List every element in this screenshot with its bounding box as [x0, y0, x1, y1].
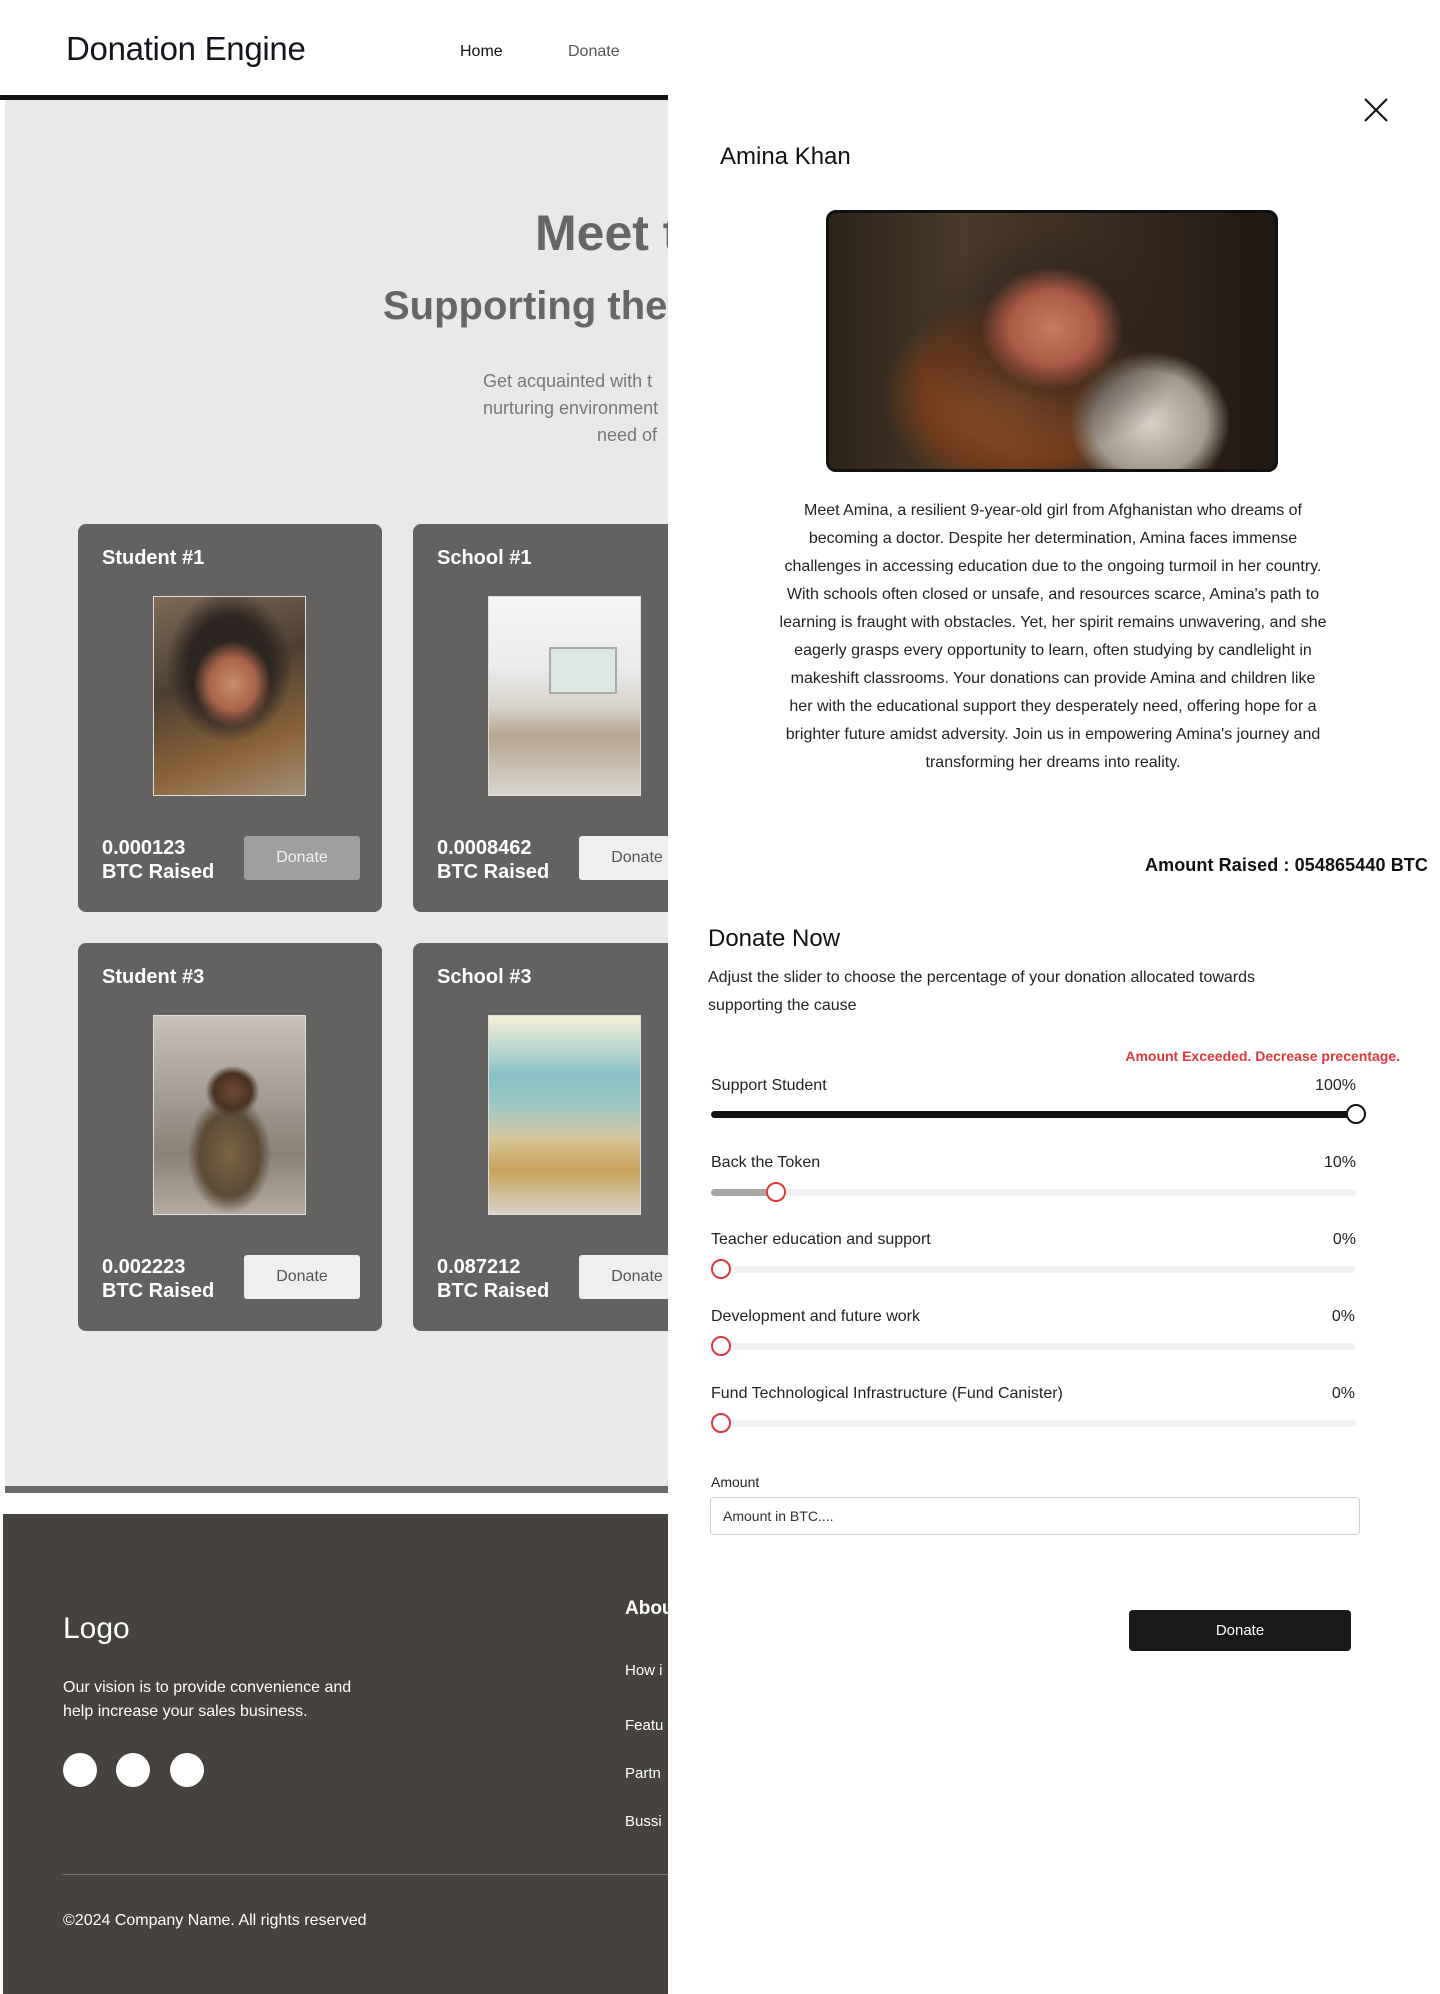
card-raised: 0.000123 BTC Raised — [102, 836, 214, 884]
student-card[interactable]: Student #1 0.000123 BTC Raised Donate — [78, 524, 382, 912]
student-photo — [826, 210, 1278, 472]
classroom-image — [488, 596, 641, 796]
slider-percent: 0% — [1331, 1308, 1355, 1325]
content-divider — [5, 1486, 668, 1493]
boy-portrait-image — [153, 1015, 306, 1215]
amount-warning: Amount Exceeded. Decrease precentage. — [1125, 1048, 1400, 1064]
social-icon[interactable] — [63, 1753, 97, 1787]
card-amount-unit: BTC Raised — [102, 861, 215, 883]
slider-percent: 0% — [1331, 1385, 1355, 1402]
slider-percent: 10% — [1323, 1154, 1356, 1171]
classroom-image — [488, 1015, 641, 1215]
slider-thumb[interactable] — [766, 1182, 786, 1202]
card-amount-unit: BTC Raised — [102, 1280, 215, 1302]
hero-desc-line: need of — [597, 425, 658, 445]
donate-now-heading: Donate Now — [708, 925, 841, 952]
slider-fill — [711, 1111, 1356, 1118]
card-raised: 0.0008462 BTC Raised — [437, 836, 549, 884]
social-icon[interactable] — [170, 1753, 204, 1787]
card-title: School #3 — [437, 966, 532, 988]
nav-donate-link[interactable]: Donate — [568, 43, 620, 61]
girl-portrait-image — [153, 596, 306, 796]
slider-percent: 100% — [1315, 1077, 1356, 1094]
footer-link[interactable]: Bussi — [625, 1813, 662, 1830]
amount-label: Amount — [711, 1474, 760, 1490]
brand-title: Donation Engine — [66, 30, 306, 67]
close-icon — [1364, 98, 1388, 122]
card-amount-value: 0.0008462 — [437, 837, 532, 859]
school-card[interactable]: School #3 0.087212 BTC Raised Donate — [413, 943, 668, 1331]
card-raised: 0.002223 BTC Raised — [102, 1255, 214, 1303]
footer-link[interactable]: Featu — [625, 1717, 663, 1734]
tech-infrastructure-slider[interactable] — [711, 1413, 1356, 1433]
teacher-education-slider[interactable] — [711, 1259, 1356, 1279]
slider-thumb[interactable] — [711, 1413, 731, 1433]
card-amount-value: 0.002223 — [102, 1256, 186, 1278]
slider-thumb[interactable] — [1346, 1104, 1366, 1124]
detail-drawer: Amina Khan Meet Amina, a resilient 9-yea… — [668, 0, 1440, 1994]
student-bio: Meet Amina, a resilient 9-year-old girl … — [779, 502, 1327, 771]
main-content: Meet t Supporting the Get acquainted wit… — [5, 100, 668, 1486]
slider-label: Back the Token — [711, 1154, 821, 1171]
slider-thumb[interactable] — [711, 1336, 731, 1356]
card-donate-button[interactable]: Donate — [244, 836, 360, 880]
footer-link[interactable]: Partn — [625, 1765, 661, 1782]
card-amount-value: 0.087212 — [437, 1256, 521, 1278]
slider-thumb[interactable] — [711, 1259, 731, 1279]
footer-column-heading: Abou — [625, 1598, 668, 1619]
hero-desc-line: nurturing environment — [483, 398, 659, 418]
site-header: Donation Engine Home Donate — [0, 0, 668, 100]
social-icon[interactable] — [116, 1753, 150, 1787]
card-raised: 0.087212 BTC Raised — [437, 1255, 549, 1303]
slider-label: Support Student — [711, 1077, 827, 1094]
hero-title: Meet t — [535, 205, 668, 261]
card-donate-button[interactable]: Donate — [579, 1255, 668, 1299]
amount-raised: Amount Raised : 054865440 BTC — [1145, 855, 1428, 875]
footer-link[interactable]: How i — [625, 1662, 663, 1679]
slider-label: Teacher education and support — [711, 1231, 931, 1248]
nav-home-link[interactable]: Home — [460, 43, 503, 61]
copyright: ©2024 Company Name. All rights reserved — [63, 1912, 367, 1929]
hero-subtitle: Supporting the — [383, 284, 668, 328]
school-card[interactable]: School #1 0.0008462 BTC Raised Donate — [413, 524, 668, 912]
slider-percent: 0% — [1332, 1231, 1356, 1248]
card-amount-unit: BTC Raised — [437, 1280, 550, 1302]
amount-input[interactable] — [710, 1497, 1360, 1535]
back-token-slider[interactable] — [711, 1182, 1356, 1202]
site-footer: Logo Our vision is to provide convenienc… — [3, 1514, 668, 1994]
student-card[interactable]: Student #3 0.002223 BTC Raised Donate — [78, 943, 382, 1331]
footer-divider — [63, 1874, 668, 1875]
support-student-slider[interactable] — [711, 1104, 1366, 1124]
donate-description: Adjust the slider to choose the percenta… — [708, 969, 1256, 1014]
slider-label: Development and future work — [711, 1308, 920, 1325]
footer-tagline: Our vision is to provide convenience and… — [63, 1679, 352, 1720]
slider-label: Fund Technological Infrastructure (Fund … — [711, 1385, 1063, 1402]
card-title: Student #1 — [102, 547, 205, 569]
close-button[interactable] — [1356, 90, 1396, 130]
card-title: Student #3 — [102, 966, 205, 988]
card-donate-button[interactable]: Donate — [244, 1255, 360, 1299]
development-slider[interactable] — [711, 1336, 1356, 1356]
hero-description: Get acquainted with t nurturing environm… — [375, 368, 668, 449]
submit-donate-button[interactable]: Donate — [1129, 1610, 1351, 1651]
card-amount-value: 0.000123 — [102, 837, 186, 859]
footer-logo: Logo — [63, 1612, 130, 1645]
card-title: School #1 — [437, 547, 532, 569]
student-name: Amina Khan — [720, 143, 851, 170]
card-amount-unit: BTC Raised — [437, 861, 550, 883]
card-donate-button[interactable]: Donate — [579, 836, 668, 880]
hero-desc-line: Get acquainted with t — [483, 371, 653, 391]
